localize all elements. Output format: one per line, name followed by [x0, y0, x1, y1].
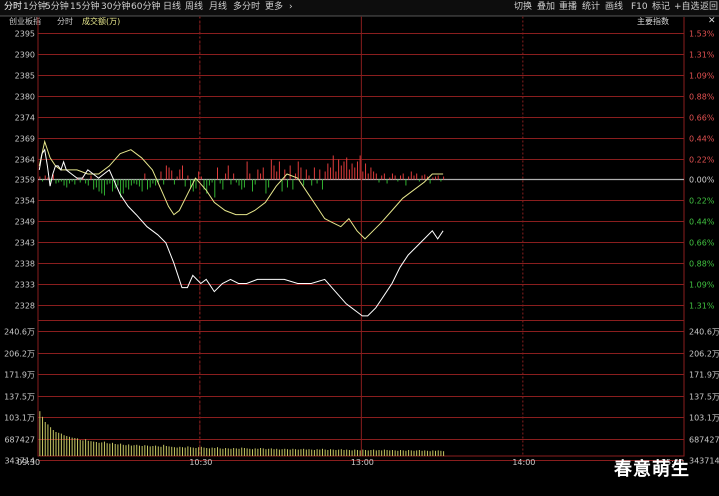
- percent-tick-label: 1.09%: [689, 72, 715, 81]
- time-label: 14:00: [512, 458, 535, 467]
- volume-tick-label: 171.9万: [4, 371, 35, 380]
- volume-tick-label: 687427: [4, 436, 35, 445]
- volume-tick-label: 240.6万: [4, 328, 35, 337]
- price-tick-label: 2380: [15, 93, 35, 102]
- percent-tick-label: 0.88%: [689, 260, 715, 269]
- price-tick-label: 2385: [15, 72, 35, 81]
- percent-tick-label: 1.31%: [689, 51, 715, 60]
- volume-tick-label: 137.5万: [4, 393, 35, 402]
- percent-tick-label: 0.44%: [689, 218, 715, 227]
- volume-tick-label-right: 103.1万: [689, 414, 719, 423]
- index-price-line: [38, 148, 444, 317]
- time-label: 10:30: [189, 458, 212, 467]
- volume-tick-label-right: 206.2万: [689, 350, 719, 359]
- volume-tick-label-right: 343714: [689, 457, 719, 466]
- price-tick-label: 2343: [15, 239, 35, 248]
- percent-tick-label: 0.44%: [689, 135, 715, 144]
- price-tick-label: 2354: [15, 197, 35, 206]
- watermark-text: 春意萌生: [614, 459, 690, 480]
- volume-tick-label-right: 137.5万: [689, 393, 719, 402]
- price-tick-label: 2374: [15, 114, 35, 123]
- price-tick-label: 2369: [15, 135, 35, 144]
- percent-tick-label: 0.00%: [689, 176, 715, 185]
- percent-tick-label: 1.53%: [689, 30, 715, 39]
- price-tick-label: 2395: [15, 30, 35, 39]
- percent-tick-label: 0.66%: [689, 114, 715, 123]
- time-label: 13:00: [351, 458, 374, 467]
- percent-tick-label: 0.22%: [689, 156, 715, 165]
- percent-tick-label: 1.31%: [689, 302, 715, 311]
- average-price-line: [38, 139, 444, 240]
- time-label: 09:30: [17, 458, 40, 467]
- volume-tick-label: 206.2万: [4, 350, 35, 359]
- price-tick-label: 2359: [15, 176, 35, 185]
- volume-tick-label: 103.1万: [4, 414, 35, 423]
- price-tick-label: 2328: [15, 302, 35, 311]
- intraday-chart: 2395 1.53% 2390 1.31% 2385 1.09% 2380 0.88% 2374…: [0, 16, 719, 467]
- percent-tick-label: 0.22%: [689, 197, 715, 206]
- price-tick-label: 2364: [15, 156, 35, 165]
- volume-tick-label-right: 240.6万: [689, 328, 719, 337]
- price-tick-label: 2333: [15, 281, 35, 290]
- price-tick-label: 2390: [15, 51, 35, 60]
- percent-tick-label: 1.09%: [689, 281, 715, 290]
- percent-tick-label: 0.66%: [689, 239, 715, 248]
- price-tick-label: 2338: [15, 260, 35, 269]
- volume-tick-label-right: 171.9万: [689, 371, 719, 380]
- volume-tick-label-right: 687427: [689, 436, 719, 445]
- percent-tick-label: 0.88%: [689, 93, 715, 102]
- price-tick-label: 2349: [15, 218, 35, 227]
